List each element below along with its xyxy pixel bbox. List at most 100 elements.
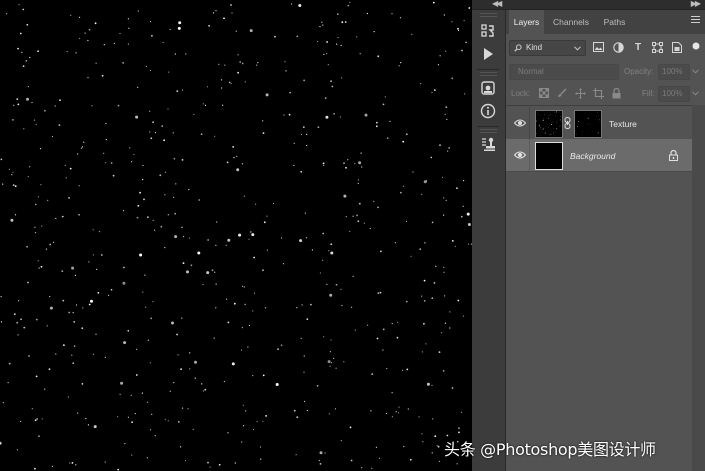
document-canvas[interactable] [0, 0, 472, 471]
star-speck [21, 51, 23, 53]
star-speck [395, 411, 397, 413]
star-speck [110, 162, 113, 164]
star-speck [48, 368, 51, 371]
fill-input[interactable]: 100% [658, 86, 690, 102]
star-speck [328, 250, 330, 252]
star-speck [536, 120, 538, 121]
star-speck [145, 306, 147, 308]
star-speck [73, 321, 76, 323]
star-speck [35, 123, 37, 125]
star-speck [117, 468, 120, 471]
star-speck [35, 375, 38, 378]
star-speck [303, 371, 305, 373]
shape-filter-icon[interactable] [651, 41, 663, 53]
star-speck [560, 119, 561, 120]
star-speck [29, 56, 31, 59]
fill-chevron-icon[interactable] [692, 91, 699, 96]
star-speck [371, 467, 373, 469]
star-speck [458, 431, 460, 434]
star-speck [451, 21, 453, 23]
star-speck [462, 315, 465, 317]
layer-row-texture[interactable]: Texture [506, 107, 692, 139]
layer-name-texture[interactable]: Texture [609, 119, 637, 129]
layer-name-background[interactable]: Background [570, 151, 615, 161]
star-speck [306, 144, 308, 147]
smart-object-filter-icon[interactable] [671, 41, 683, 53]
type-filter-icon[interactable]: T [632, 41, 644, 53]
star-speck [402, 185, 404, 187]
dock-grip[interactable] [480, 13, 497, 17]
star-speck [49, 306, 53, 310]
star-speck [81, 327, 84, 330]
layer-row-background[interactable]: Background [506, 139, 692, 171]
star-speck [131, 454, 133, 456]
star-speck [457, 299, 460, 302]
star-speck [272, 202, 275, 205]
star-speck [316, 385, 319, 387]
star-speck [37, 260, 39, 262]
panel-collapse-bar: ◀◀ ▶▶ [472, 0, 705, 10]
star-speck [538, 125, 540, 127]
dock-grip-2[interactable] [480, 72, 497, 76]
star-speck [14, 214, 17, 216]
star-speck [310, 303, 312, 306]
star-speck [243, 195, 245, 197]
tab-paths[interactable]: Paths [597, 10, 632, 34]
layer-mask-thumbnail[interactable] [574, 110, 602, 138]
star-speck [95, 62, 97, 64]
star-speck [151, 413, 153, 415]
star-speck [345, 216, 347, 218]
layer-lock-icon[interactable] [669, 150, 678, 161]
star-speck [337, 37, 339, 39]
star-speck [349, 230, 351, 233]
info-icon[interactable] [477, 101, 499, 121]
star-speck [122, 210, 125, 212]
star-speck [397, 321, 399, 323]
star-speck [424, 242, 426, 244]
star-speck [194, 377, 196, 379]
star-speck [435, 265, 437, 267]
filter-toggle-icon[interactable] [691, 41, 701, 51]
panel-menu-icon[interactable] [691, 16, 700, 25]
star-speck [83, 141, 85, 143]
blend-mode-select[interactable]: Normal [509, 64, 619, 80]
star-speck [262, 374, 265, 377]
layers-scrollbar[interactable] [692, 105, 705, 471]
visibility-eye-icon[interactable] [514, 118, 526, 128]
star-speck [88, 303, 91, 306]
star-speck [169, 28, 171, 30]
opacity-input[interactable]: 100% [658, 64, 690, 80]
star-speck [260, 458, 262, 460]
star-speck [318, 459, 320, 462]
star-speck [87, 39, 89, 42]
tab-channels[interactable]: Channels [547, 10, 595, 34]
star-speck [295, 454, 297, 456]
opacity-chevron-icon[interactable] [692, 69, 699, 74]
star-speck [200, 133, 203, 136]
filter-kind-select[interactable]: Kind [509, 40, 586, 56]
star-speck [61, 270, 64, 272]
star-speck [227, 432, 229, 434]
lock-all-icon[interactable] [610, 87, 622, 99]
adjustment-filter-icon[interactable] [612, 41, 624, 53]
collapse-right-icon[interactable]: ▶▶ [691, 0, 701, 8]
star-speck [152, 219, 154, 221]
pixel-filter-icon[interactable] [592, 41, 604, 53]
lock-pixels-brush-icon[interactable] [556, 87, 568, 99]
lock-position-move-icon[interactable] [574, 87, 586, 99]
history-icon[interactable] [477, 21, 499, 41]
clone-source-icon[interactable] [477, 134, 499, 154]
collapse-left-icon[interactable]: ◀◀ [492, 0, 502, 8]
properties-icon[interactable] [477, 78, 499, 98]
lock-transparent-icon[interactable] [538, 87, 550, 99]
star-speck [345, 166, 347, 169]
actions-play-icon[interactable] [477, 44, 499, 64]
lock-artboard-icon[interactable] [592, 87, 604, 99]
dock-grip-3[interactable] [480, 129, 497, 133]
visibility-eye-icon[interactable] [514, 150, 526, 160]
chain-link-icon[interactable] [564, 117, 571, 129]
star-speck [291, 3, 293, 5]
tab-layers[interactable]: Layers [509, 10, 544, 34]
star-speck [215, 10, 217, 12]
star-speck [75, 304, 78, 306]
